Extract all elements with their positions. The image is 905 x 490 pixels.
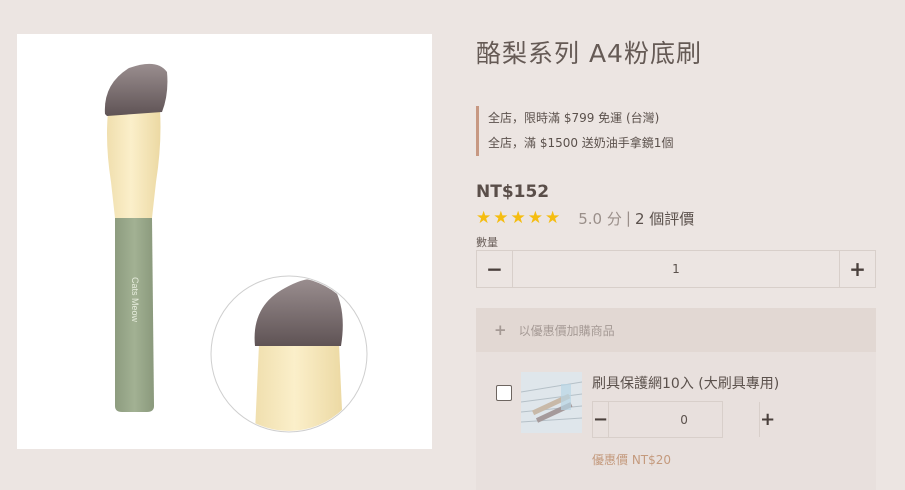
star-rating: ★ ★ ★ ★ ★	[476, 207, 561, 228]
promotion-list: 全店，限時滿 $799 免運 (台灣) 全店，滿 $1500 送奶油手拿鏡1個	[476, 106, 756, 156]
quantity-increase-button[interactable]: +	[839, 251, 875, 287]
brush-bristles	[104, 63, 168, 116]
quantity-input[interactable]	[513, 251, 839, 287]
addon-quantity-input[interactable]	[609, 402, 760, 437]
addon-product-thumbnail	[520, 372, 583, 433]
addon-select-checkbox[interactable]	[496, 385, 512, 401]
star-icon: ★	[493, 207, 509, 228]
star-icon: ★	[545, 207, 561, 228]
addon-section-title: 以優惠價加購商品	[518, 323, 615, 338]
addon-quantity-stepper: − +	[592, 401, 775, 438]
star-icon: ★	[476, 207, 492, 228]
addon-product-name[interactable]: 刷具保護網10入 (大刷具專用)	[592, 373, 779, 393]
addon-quantity-decrease-button[interactable]: −	[593, 402, 610, 437]
product-title: 酪梨系列 A4粉底刷	[476, 39, 702, 68]
promotion-item: 全店，限時滿 $799 免運 (台灣)	[488, 111, 660, 125]
rating-separator: |	[625, 209, 631, 227]
star-icon: ★	[510, 207, 526, 228]
brush-illustration: Cats Meow	[104, 63, 368, 433]
product-price: NT$152	[476, 182, 550, 202]
quantity-stepper: − +	[476, 250, 876, 288]
rating-row[interactable]: ★ ★ ★ ★ ★ 5.0 分 | 2 個評價	[476, 208, 694, 228]
addon-section-header[interactable]: + 以優惠價加購商品	[476, 308, 876, 352]
review-count-link[interactable]: 2 個評價	[635, 208, 694, 229]
promotion-item: 全店，滿 $1500 送奶油手拿鏡1個	[488, 136, 674, 150]
star-icon: ★	[527, 207, 543, 228]
addon-item: 刷具保護網10入 (大刷具專用) − + 優惠價 NT$20	[476, 352, 876, 490]
product-image[interactable]: Cats Meow	[17, 34, 432, 449]
rating-score: 5.0 分	[578, 209, 622, 228]
brand-text: Cats Meow	[130, 277, 140, 323]
brush-ferrule	[107, 110, 161, 218]
addon-quantity-increase-button[interactable]: +	[759, 402, 775, 437]
plus-icon: +	[494, 321, 507, 339]
addon-price: 優惠價 NT$20	[592, 453, 672, 467]
quantity-decrease-button[interactable]: −	[477, 251, 513, 287]
quantity-label: 數量	[476, 236, 498, 249]
